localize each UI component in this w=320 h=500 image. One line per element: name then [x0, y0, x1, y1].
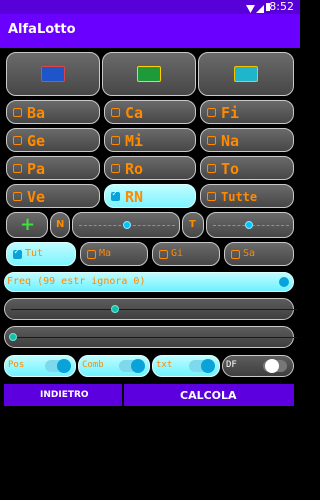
day-checkbox-tut[interactable]: Tut: [6, 242, 76, 266]
wheel-checkbox-ro[interactable]: Ro: [104, 156, 196, 180]
day-label: Tut: [25, 248, 44, 259]
wheel-label: RN: [125, 188, 144, 206]
wheel-checkbox-ve[interactable]: Ve: [6, 184, 100, 208]
day-checkbox-ma[interactable]: Ma: [80, 242, 148, 266]
wheel-label: Mi: [125, 132, 144, 150]
day-label: Sa: [243, 248, 256, 259]
checkbox-icon: [111, 108, 120, 117]
n-label: N: [56, 219, 65, 230]
day-checkbox-gi[interactable]: Gi: [152, 242, 220, 266]
compute-button-label: CALCOLA: [180, 389, 237, 402]
checkbox-icon: [207, 136, 216, 145]
10elotto-logo-icon: [234, 66, 258, 82]
range-slider-1-track: [11, 309, 297, 310]
checkbox-icon: [111, 189, 120, 201]
toggle-label: Comb: [82, 360, 104, 370]
lottery-button-2[interactable]: [102, 52, 196, 96]
toggle-df[interactable]: DF: [222, 355, 294, 377]
checkbox-icon: [159, 250, 168, 259]
checkbox-icon: [87, 250, 96, 259]
checkbox-icon: [207, 164, 216, 173]
wheel-label: Ge: [27, 132, 46, 150]
plus-icon: +: [20, 214, 36, 235]
range-slider-2[interactable]: [4, 326, 297, 348]
plus-button[interactable]: +: [6, 212, 48, 238]
wheel-label: Pa: [27, 160, 46, 178]
signal-icon: [256, 3, 264, 13]
t-label: T: [189, 219, 196, 230]
freq-input[interactable]: Freq (99 estr ignora 0): [4, 272, 294, 292]
wheel-checkbox-ca[interactable]: Ca: [104, 100, 196, 124]
toggle-comb[interactable]: Comb: [78, 355, 150, 377]
t-slider-thumb[interactable]: [245, 221, 253, 229]
wheel-label: Fi: [221, 104, 240, 122]
wheel-label: To: [221, 160, 240, 178]
back-button-label: INDIETRO: [40, 390, 89, 400]
status-bar: 8:52: [0, 0, 300, 14]
checkbox-icon: [207, 192, 216, 201]
back-button[interactable]: INDIETRO: [4, 384, 122, 406]
wheel-checkbox-tutte[interactable]: Tutte: [200, 184, 294, 208]
range-slider-2-thumb[interactable]: [9, 333, 17, 341]
t-button[interactable]: T: [182, 212, 204, 238]
clock: 8:52: [269, 0, 294, 13]
superenalotto-logo-icon: [137, 66, 161, 82]
checkbox-icon: [13, 192, 22, 201]
wheel-checkbox-ge[interactable]: Ge: [6, 128, 100, 152]
n-slider-thumb[interactable]: [123, 221, 131, 229]
switch-knob: [265, 359, 279, 373]
range-slider-1-thumb[interactable]: [111, 305, 119, 313]
lottery-button-3[interactable]: [198, 52, 294, 96]
wheel-checkbox-rn[interactable]: RN: [104, 184, 196, 208]
toggle-label: txt: [156, 360, 173, 370]
wheel-checkbox-fi[interactable]: Fi: [200, 100, 294, 124]
day-checkbox-sa[interactable]: Sa: [224, 242, 294, 266]
toggle-label: Pos: [8, 360, 25, 370]
wheel-checkbox-ba[interactable]: Ba: [6, 100, 100, 124]
wheel-checkbox-na[interactable]: Na: [200, 128, 294, 152]
wheel-label: Ve: [27, 188, 46, 206]
lottery-button-1[interactable]: [6, 52, 100, 96]
wheel-label: Ro: [125, 160, 144, 178]
checkbox-icon: [13, 247, 22, 259]
checkbox-icon: [111, 164, 120, 173]
wheel-label: Ca: [125, 104, 144, 122]
checkbox-icon: [231, 250, 240, 259]
compute-button[interactable]: CALCOLA: [124, 384, 294, 406]
wheel-checkbox-to[interactable]: To: [200, 156, 294, 180]
wheel-label: Na: [221, 132, 240, 150]
switch-knob: [201, 359, 215, 373]
freq-label: Freq (99 estr ignora 0): [7, 276, 146, 287]
checkbox-icon: [13, 136, 22, 145]
wheel-label: Ba: [27, 104, 46, 122]
range-slider-1[interactable]: [4, 298, 297, 320]
day-label: Gi: [171, 248, 184, 259]
toggle-txt[interactable]: txt: [152, 355, 220, 377]
range-slider-2-track: [11, 337, 297, 338]
n-slider[interactable]: [72, 212, 180, 238]
checkbox-icon: [13, 108, 22, 117]
wifi-icon: [246, 3, 255, 13]
day-label: Ma: [99, 248, 112, 259]
checkbox-icon: [111, 136, 120, 145]
switch-knob: [131, 359, 145, 373]
toggle-pos[interactable]: Pos: [4, 355, 76, 377]
toggle-label: DF: [226, 360, 237, 370]
app-title: AlfaLotto: [8, 22, 76, 37]
wheel-checkbox-pa[interactable]: Pa: [6, 156, 100, 180]
checkbox-icon: [13, 164, 22, 173]
app-bar: AlfaLotto: [0, 14, 300, 48]
freq-slider-thumb[interactable]: [279, 277, 289, 287]
n-button[interactable]: N: [50, 212, 70, 238]
switch-knob: [57, 359, 71, 373]
checkbox-icon: [207, 108, 216, 117]
t-slider[interactable]: [206, 212, 294, 238]
wheel-label: Tutte: [221, 190, 258, 204]
lotto-logo-icon: [41, 66, 65, 82]
wheel-checkbox-mi[interactable]: Mi: [104, 128, 196, 152]
